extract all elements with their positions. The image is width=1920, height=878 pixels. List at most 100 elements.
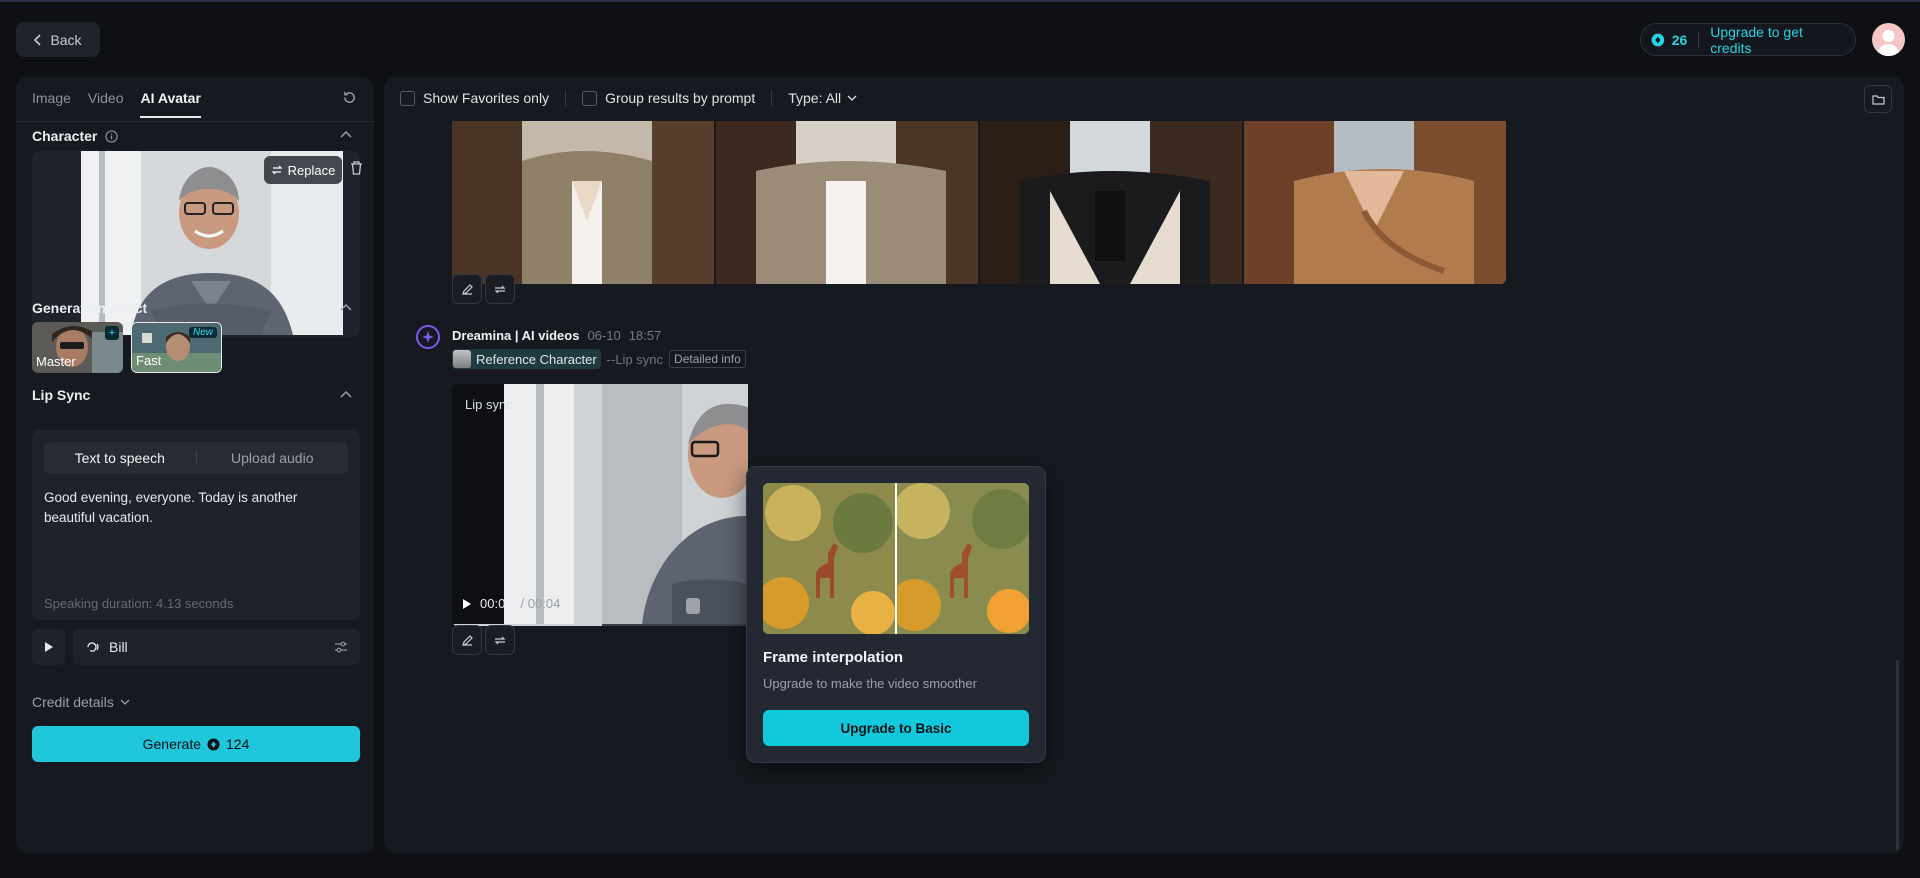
generate-cost: 124 [226, 736, 250, 752]
result-image[interactable] [716, 121, 978, 284]
left-panel: Image Video AI Avatar Character Replace … [16, 77, 374, 853]
filter-divider [565, 90, 567, 106]
speaking-duration: Speaking duration: 4.13 seconds [44, 596, 234, 611]
trash-icon[interactable] [350, 161, 363, 175]
replace-button[interactable]: Replace [264, 156, 342, 184]
credit-coin-icon [207, 737, 220, 751]
credits-pill[interactable]: 26 Upgrade to get credits [1640, 23, 1856, 56]
show-favorites-label: Show Favorites only [423, 90, 550, 106]
chevron-down-icon [847, 95, 857, 101]
popover-subtitle: Upgrade to make the video smoother [763, 676, 977, 691]
play-icon [44, 642, 53, 652]
voice-selector[interactable]: Bill [73, 629, 360, 665]
results-panel: Show Favorites only Group results by pro… [384, 77, 1904, 853]
filter-divider [771, 90, 773, 106]
chevron-down-icon [120, 699, 130, 705]
folder-button[interactable] [1864, 85, 1892, 113]
group-results-checkbox[interactable] [582, 90, 598, 106]
video-time-current: 00:01 [480, 596, 513, 611]
video-controls: 00:01 / 00:04 [462, 596, 560, 611]
generate-button[interactable]: Generate 124 [32, 726, 360, 762]
type-filter-label: Type: All [788, 90, 842, 106]
frame-interpolation-popover: Frame interpolation Upgrade to make the … [746, 466, 1046, 763]
speech-text-input[interactable]: Good evening, everyone. Today is another… [44, 488, 344, 528]
detailed-info-button[interactable]: Detailed info [669, 350, 746, 368]
image-results-row [452, 121, 1506, 284]
reference-character-tag[interactable]: Reference Character [452, 349, 601, 369]
generate-label: Generate [142, 736, 201, 752]
effect-fast[interactable]: New Fast [131, 322, 222, 373]
play-icon[interactable] [462, 598, 472, 610]
generation-tags: Reference Character --Lip sync Detailed … [452, 349, 746, 369]
video-player[interactable]: Lip sync 00:01 / 00:04 [452, 384, 748, 626]
pill-divider [1698, 32, 1700, 47]
generation-effect-title: Generation effect [32, 300, 148, 316]
generation-time: 18:57 [628, 328, 662, 343]
replace-label: Replace [287, 162, 336, 178]
character-title: Character [32, 128, 98, 144]
upgrade-to-basic-button[interactable]: Upgrade to Basic [763, 710, 1029, 746]
regenerate-button[interactable] [485, 274, 515, 304]
chevron-left-icon [34, 33, 42, 46]
swap-icon [271, 165, 283, 175]
regenerate-button[interactable] [485, 625, 515, 655]
chevron-up-icon[interactable] [340, 303, 352, 311]
voice-name: Bill [109, 639, 128, 655]
type-filter-dropdown[interactable]: Type: All [788, 90, 857, 106]
credit-coin-icon [1651, 33, 1665, 46]
preview-before [763, 483, 895, 634]
lip-mode-switch: Text to speech Upload audio [44, 442, 348, 474]
tab-upload-audio[interactable]: Upload audio [197, 450, 349, 466]
results-scrollbar[interactable] [1896, 660, 1899, 850]
lip-sync-box: Text to speech Upload audio Good evening… [32, 430, 360, 620]
mode-tabs: Image Video AI Avatar [32, 90, 201, 118]
generation-header: Dreamina | AI videos 06-10 18:57 [452, 328, 661, 343]
result-image[interactable] [1244, 121, 1506, 284]
reference-character-label: Reference Character [476, 351, 597, 367]
effect-master-label: Master [36, 354, 76, 369]
back-button[interactable]: Back [16, 22, 100, 57]
voice-icon [87, 642, 99, 652]
top-border [0, 0, 1920, 2]
effect-master-badge: + [105, 326, 119, 340]
result-image[interactable] [452, 121, 714, 284]
chevron-up-icon[interactable] [340, 130, 352, 138]
chevron-up-icon[interactable] [340, 390, 352, 398]
filter-bar: Show Favorites only Group results by pro… [400, 90, 857, 106]
result-image[interactable] [980, 121, 1242, 284]
edit-button[interactable] [452, 625, 482, 655]
tab-text-to-speech[interactable]: Text to speech [44, 450, 196, 466]
show-favorites-checkbox[interactable] [400, 90, 415, 106]
voice-preview-button[interactable] [32, 629, 65, 665]
generation-title: Dreamina | AI videos [452, 328, 580, 343]
reference-thumbnail [453, 350, 471, 368]
effect-master[interactable]: + Master [32, 322, 123, 373]
repeat-icon [494, 285, 506, 293]
tab-video[interactable]: Video [88, 90, 124, 118]
popover-preview-image [763, 483, 1029, 634]
folder-icon [1871, 94, 1885, 105]
effect-fast-label: Fast [136, 353, 162, 368]
lip-sync-tag: --Lip sync [606, 351, 664, 367]
effect-fast-badge: New [188, 327, 217, 338]
tab-ai-avatar[interactable]: AI Avatar [140, 90, 201, 118]
tabs-divider [16, 121, 374, 122]
pencil-icon [461, 283, 473, 295]
video-label: Lip sync [465, 397, 513, 412]
tab-image[interactable]: Image [32, 90, 71, 118]
dreamina-logo-icon [416, 325, 440, 349]
sliders-icon[interactable] [334, 641, 348, 653]
credit-details-toggle[interactable]: Credit details [32, 694, 130, 710]
user-avatar[interactable] [1872, 23, 1905, 56]
preview-after [897, 483, 1029, 634]
avatar-image [1877, 30, 1900, 56]
reset-icon[interactable] [342, 90, 357, 105]
edit-button[interactable] [452, 274, 482, 304]
upgrade-link[interactable]: Upgrade to get credits [1710, 24, 1845, 56]
video-frame [452, 384, 748, 626]
group-results-label: Group results by prompt [605, 90, 756, 106]
lip-sync-title: Lip Sync [32, 387, 91, 403]
popover-title: Frame interpolation [763, 649, 904, 666]
info-icon[interactable] [105, 129, 119, 143]
back-label: Back [50, 31, 82, 48]
